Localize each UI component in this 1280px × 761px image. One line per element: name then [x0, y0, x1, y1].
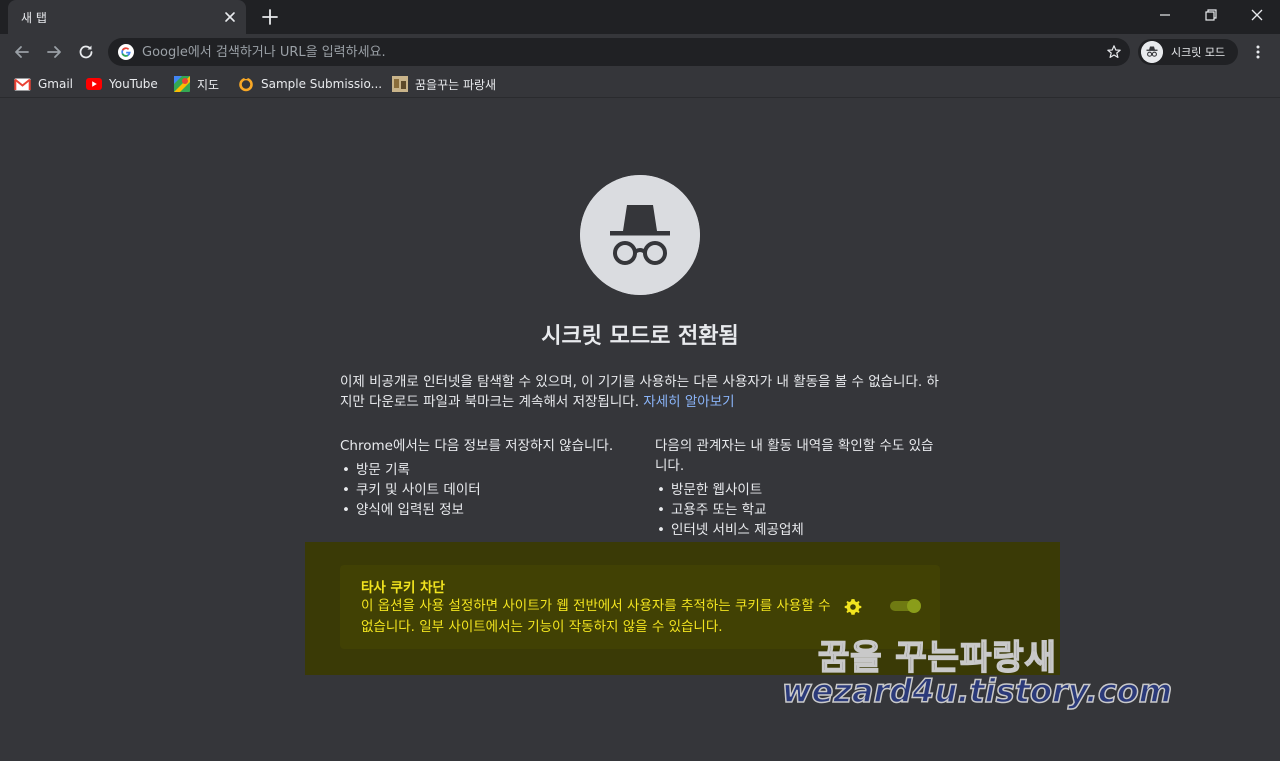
circle-icon — [239, 76, 253, 92]
visible-to-title: 다음의 관계자는 내 활동 내역을 확인할 수도 있습니다. — [655, 438, 934, 474]
learn-more-link[interactable]: 자세히 알아보기 — [643, 394, 734, 410]
incognito-profile-button[interactable]: 시크릿 모드 — [1138, 39, 1238, 65]
not-saved-list: 방문 기록 쿠키 및 사이트 데이터 양식에 입력된 정보 — [340, 460, 630, 520]
restore-icon[interactable] — [1202, 6, 1220, 24]
not-saved-title: Chrome에서는 다음 정보를 저장하지 않습니다. — [340, 438, 614, 454]
omnibox-input[interactable] — [142, 38, 1082, 66]
google-icon — [118, 44, 134, 60]
bookmark-maps[interactable]: 지도 — [174, 75, 219, 93]
bookmark-label: 지도 — [197, 77, 220, 92]
close-icon[interactable] — [222, 9, 238, 25]
thumbnail-icon — [392, 76, 408, 92]
bookmark-blog[interactable]: 꿈을꾸는 파랑새 — [392, 75, 496, 93]
tab-new-tab[interactable]: 새 탭 — [8, 0, 246, 34]
bookmark-youtube[interactable]: YouTube — [86, 75, 158, 93]
forward-arrow-icon[interactable] — [44, 42, 64, 62]
bookmark-label: 꿈을꾸는 파랑새 — [415, 77, 497, 92]
incognito-icon — [1141, 41, 1163, 63]
page-title: 시크릿 모드로 전환됨 — [541, 324, 739, 349]
youtube-icon — [86, 78, 102, 90]
address-bar[interactable] — [108, 38, 1130, 66]
cookie-description: 이 옵션을 사용 설정하면 사이트가 웹 전반에서 사용자를 추적하는 쿠키를 … — [361, 598, 831, 635]
gear-icon — [844, 599, 862, 615]
maps-icon — [174, 76, 190, 92]
not-saved-section: Chrome에서는 다음 정보를 저장하지 않습니다. 방문 기록 쿠키 및 사… — [340, 436, 630, 520]
intro-body: 이제 비공개로 인터넷을 탐색할 수 있으며, 이 기기를 사용하는 다른 사용… — [340, 374, 939, 410]
visible-to-list: 방문한 웹사이트 고용주 또는 학교 인터넷 서비스 제공업체 — [655, 480, 945, 540]
tab-strip: 새 탭 — [0, 0, 1280, 34]
window-close-icon[interactable] — [1248, 6, 1266, 24]
more-menu-icon[interactable] — [1250, 44, 1266, 60]
tab-title: 새 탭 — [21, 11, 47, 25]
minimize-icon[interactable] — [1156, 6, 1174, 24]
list-item: 방문 기록 — [340, 460, 630, 480]
back-arrow-icon[interactable] — [12, 42, 32, 62]
bookmark-gmail[interactable]: Gmail — [14, 75, 73, 93]
reload-icon[interactable] — [76, 42, 96, 62]
list-item: 쿠키 및 사이트 데이터 — [340, 480, 630, 500]
bookmark-sample-submission[interactable]: Sample Submissio... — [238, 75, 382, 93]
watermark-url: wezard4u.tistory.com — [781, 671, 1173, 711]
list-item: 인터넷 서비스 제공업체 — [655, 520, 945, 540]
list-item: 양식에 입력된 정보 — [340, 500, 630, 520]
gmail-icon — [14, 78, 31, 90]
profile-label: 시크릿 모드 — [1171, 46, 1226, 59]
cookie-toggle[interactable] — [888, 598, 922, 614]
bookmark-label: Sample Submissio... — [261, 77, 383, 91]
bookmark-label: Gmail — [38, 77, 74, 91]
bookmarks-bar: Gmail YouTube 지도 Sample Submissio... 꿈을꾸… — [0, 70, 1280, 98]
list-item: 방문한 웹사이트 — [655, 480, 945, 500]
cookie-title: 타사 쿠키 차단 — [361, 580, 445, 596]
incognito-hero-icon — [580, 175, 700, 295]
list-item: 고용주 또는 학교 — [655, 500, 945, 520]
new-tab-icon[interactable] — [260, 7, 280, 27]
bookmark-label: YouTube — [109, 77, 158, 91]
intro-text: 이제 비공개로 인터넷을 탐색할 수 있으며, 이 기기를 사용하는 다른 사용… — [340, 372, 940, 412]
toolbar: 시크릿 모드 — [0, 34, 1280, 70]
visible-to-section: 다음의 관계자는 내 활동 내역을 확인할 수도 있습니다. 방문한 웹사이트 … — [655, 436, 945, 540]
star-icon[interactable] — [1106, 44, 1122, 60]
